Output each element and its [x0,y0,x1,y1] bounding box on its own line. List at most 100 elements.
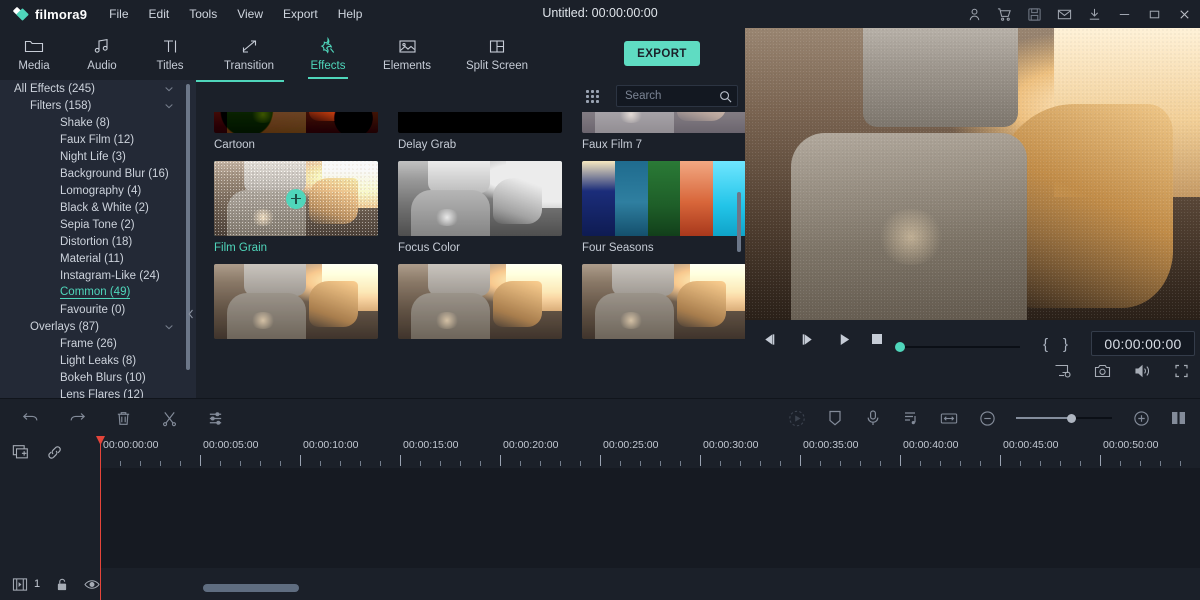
effect-item[interactable] [398,264,562,345]
lock-icon[interactable] [53,575,70,593]
timeline-ruler[interactable]: 00:00:00:00 00:00:05:00 00:00:10:00 00:00:1… [100,436,1200,468]
category-item[interactable]: Shake (8) [0,114,196,131]
fullscreen-icon[interactable] [1174,362,1192,380]
tab-titles[interactable]: Titles [136,28,204,80]
effect-thumbnail[interactable] [582,112,745,133]
effect-item[interactable] [582,264,745,345]
adjust-sliders-icon[interactable] [206,409,224,427]
category-item[interactable]: Night Life (3) [0,148,196,165]
cart-icon[interactable] [997,7,1012,22]
eye-icon[interactable] [83,575,100,593]
playhead[interactable] [100,436,101,600]
search-icon[interactable] [719,90,732,103]
effect-thumbnail[interactable] [214,112,378,133]
effect-thumbnail[interactable] [214,161,378,236]
preview-progress-slider[interactable] [895,341,1020,353]
category-item[interactable]: Overlays (87) [0,318,196,335]
track-body-area[interactable] [100,468,1200,568]
effect-item[interactable]: Focus Color [398,161,562,254]
export-button[interactable]: EXPORT [624,41,700,66]
chevron-down-icon[interactable] [164,84,174,94]
category-item[interactable]: Bokeh Blurs (10) [0,369,196,386]
mark-out-button[interactable]: } [1063,336,1068,353]
display-settings-icon[interactable] [1054,362,1072,380]
menu-item-tools[interactable]: Tools [189,7,217,21]
category-item[interactable]: Background Blur (16) [0,165,196,182]
stop-button[interactable] [870,332,884,346]
grid-view-icon[interactable] [586,90,599,103]
effect-thumbnail[interactable] [582,161,745,236]
marker-icon[interactable] [826,409,844,427]
add-effect-icon[interactable] [286,188,306,209]
search-input[interactable] [625,86,717,106]
category-item[interactable]: Instagram-Like (24) [0,267,196,284]
effects-grid-scrollbar[interactable] [737,192,741,252]
chevron-down-icon[interactable] [164,101,174,111]
category-item[interactable]: Lomography (4) [0,182,196,199]
player-timecode[interactable]: 00:00:00:00 [1091,331,1195,356]
category-item[interactable]: Faux Film (12) [0,131,196,148]
effect-thumbnail[interactable] [398,161,562,236]
category-item[interactable]: Light Leaks (8) [0,352,196,369]
mark-in-button[interactable]: { [1043,336,1048,353]
effect-item[interactable]: Film Grain [214,161,378,254]
effects-grid-scroll-area[interactable]: Cartoon Delay Grab Faux Film 7 Film Grain Fo… [196,112,745,398]
play-button[interactable] [837,332,852,347]
effect-item[interactable] [214,264,378,345]
menu-item-export[interactable]: Export [283,7,318,21]
volume-icon[interactable] [1134,362,1152,380]
previous-frame-button[interactable] [761,332,778,347]
effect-thumbnail[interactable] [214,264,378,339]
zoom-in-icon[interactable] [1132,409,1150,427]
timeline-zoom-slider[interactable] [1016,412,1112,424]
next-frame-button[interactable] [799,332,816,347]
redo-icon[interactable] [68,409,86,427]
category-item[interactable]: Black & White (2) [0,199,196,216]
effect-thumbnail[interactable] [582,264,745,339]
close-icon[interactable] [1177,7,1192,22]
maximize-icon[interactable] [1147,7,1162,22]
render-preview-icon[interactable] [788,409,806,427]
tab-audio[interactable]: Audio [68,28,136,80]
audio-mixer-icon[interactable] [902,409,920,427]
snapshot-camera-icon[interactable] [1094,362,1112,380]
category-item[interactable]: Distortion (18) [0,233,196,250]
timeline-scrollbar-track[interactable] [100,584,1200,597]
delete-icon[interactable] [114,409,132,427]
tab-media[interactable]: Media [0,28,68,80]
tab-transition[interactable]: Transition [204,28,294,80]
menu-item-help[interactable]: Help [338,7,363,21]
effect-item[interactable]: Faux Film 7 [582,112,745,151]
split-scissors-icon[interactable] [160,409,178,427]
category-item[interactable]: Sepia Tone (2) [0,216,196,233]
voiceover-microphone-icon[interactable] [864,409,882,427]
save-icon[interactable] [1027,7,1042,22]
effect-thumbnail[interactable] [398,264,562,339]
category-item[interactable]: Frame (26) [0,335,196,352]
category-item[interactable]: Filters (158) [0,97,196,114]
timeline-horizontal-scrollbar[interactable] [203,584,299,592]
menu-item-view[interactable]: View [237,7,263,21]
menu-item-edit[interactable]: Edit [149,7,170,21]
preview-video-canvas[interactable] [745,28,1200,320]
effect-thumbnail[interactable] [398,112,562,133]
search-box[interactable] [616,85,738,107]
download-icon[interactable] [1087,7,1102,22]
add-media-icon[interactable] [12,443,30,461]
progress-knob[interactable] [895,342,905,352]
split-view-icon[interactable] [1170,409,1188,427]
fit-timeline-icon[interactable] [940,409,958,427]
effect-item[interactable]: Cartoon [214,112,378,151]
zoom-slider-knob[interactable] [1067,414,1076,423]
category-item[interactable]: Lens Flares (12) [0,386,196,399]
zoom-out-icon[interactable] [978,409,996,427]
category-item[interactable]: Favourite (0) [0,301,196,318]
link-icon[interactable] [46,443,64,461]
category-item[interactable]: Material (11) [0,250,196,267]
panel-collapse-button[interactable] [186,306,196,322]
effect-item[interactable]: Four Seasons [582,161,745,254]
tab-split-screen[interactable]: Split Screen [452,28,542,80]
category-item[interactable]: All Effects (245) [0,80,196,97]
minimize-icon[interactable] [1117,7,1132,22]
mail-icon[interactable] [1057,7,1072,22]
